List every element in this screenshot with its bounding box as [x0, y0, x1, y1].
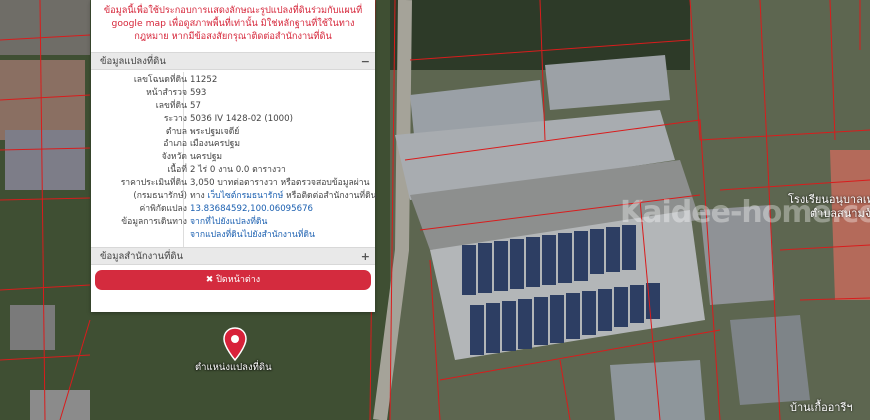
- place-label-bottom: บ้านเกื้ออารีฯ: [790, 401, 853, 414]
- map-pin-icon[interactable]: [223, 327, 247, 361]
- row-label: เลขที่ดิน: [155, 100, 187, 111]
- row-subdistrict: ตำบล พระปฐมเจดีย์: [91, 126, 375, 139]
- coordinates-link[interactable]: 13.83684592,100.06095676: [190, 203, 313, 216]
- close-button-label: ปิดหน้าต่าง: [216, 275, 261, 285]
- row-value: เมืองนครปฐม: [190, 139, 241, 150]
- row-label: อำเภอ: [163, 139, 187, 150]
- row-label: หน้าสำรวจ: [146, 87, 187, 98]
- disclaimer-notice: ข้อมูลนี้เพื่อใช้ประกอบการแสดงลักษณะรูปแ…: [103, 5, 363, 42]
- section-office-header[interactable]: ข้อมูลสำนักงานที่ดิน +: [91, 247, 375, 265]
- row-value: นครปฐม: [190, 152, 223, 163]
- parcel-info-popup: ข้อมูลนี้เพื่อใช้ประกอบการแสดงลักษณะรูปแ…: [91, 0, 377, 312]
- row-sheet: ระวาง 5036 IV 1428-02 (1000): [91, 113, 375, 126]
- row-value: 57: [190, 100, 201, 111]
- row-label: จังหวัด: [161, 152, 187, 163]
- row-area: เนื้อที่ 2 ไร่ 0 งาน 0.0 ตารางวา: [91, 164, 375, 177]
- close-icon: ✖: [205, 275, 214, 285]
- row-label: ราคาประเมินที่ดิน: [120, 178, 187, 189]
- close-window-button[interactable]: ✖ ปิดหน้าต่าง: [95, 270, 371, 290]
- row-survey-page: หน้าสำรวจ 593: [91, 87, 375, 100]
- section-office-title: ข้อมูลสำนักงานที่ดิน: [100, 251, 184, 262]
- directions-to-office-link[interactable]: จากแปลงที่ดินไปยังสำนักงานที่ดิน: [190, 229, 315, 242]
- row-label: (กรมธนารักษ์): [133, 191, 187, 202]
- parcel-info-table: เลขโฉนดที่ดิน 11252 หน้าสำรวจ 593 เลขที่ดิ…: [91, 74, 377, 242]
- row-label: ระวาง: [163, 113, 187, 124]
- marker-label: ตำแหน่งแปลงที่ดิน: [195, 362, 272, 373]
- row-province: จังหวัด นครปฐม: [91, 151, 375, 164]
- row-value: ทาง เว็บไซต์กรมธนารักษ์ หรือติดต่อสำนักง…: [190, 190, 377, 203]
- watermark: Kaidee-home.com: [620, 195, 870, 230]
- directions-to-parcel-link[interactable]: จากที่ไปยังแปลงที่ดิน: [190, 216, 267, 229]
- row-coordinates: ค่าพิกัดแปลง 13.83684592,100.06095676: [91, 203, 375, 216]
- row-treasury: (กรมธนารักษ์) ทาง เว็บไซต์กรมธนารักษ์ หรื…: [91, 190, 377, 203]
- row-deed-number: เลขโฉนดที่ดิน 11252: [91, 74, 375, 87]
- expand-icon[interactable]: +: [361, 248, 370, 266]
- row-label: ข้อมูลการเดินทาง: [121, 216, 187, 227]
- treasury-website-link[interactable]: เว็บไซต์กรมธนารักษ์: [207, 191, 283, 201]
- row-value: 593: [190, 87, 207, 98]
- row-value: 3,050 บาทต่อตารางวา หรือตรวจสอบข้อมูลผ่า…: [190, 178, 370, 189]
- row-label: ค่าพิกัดแปลง: [139, 203, 187, 214]
- section-parcel-header[interactable]: ข้อมูลแปลงที่ดิน −: [91, 52, 375, 70]
- section-parcel-title: ข้อมูลแปลงที่ดิน: [100, 56, 166, 67]
- row-label: เลขโฉนดที่ดิน: [133, 75, 187, 85]
- row-value: พระปฐมเจดีย์: [190, 126, 240, 137]
- row-label: ตำบล: [165, 126, 187, 137]
- row-directions: ข้อมูลการเดินทาง จากที่ไปยังแปลงที่ดิน: [91, 216, 375, 229]
- row-appraised-price: ราคาประเมินที่ดิน 3,050 บาทต่อตารางวา หรื…: [91, 177, 375, 190]
- row-value-prefix: ทาง: [190, 191, 205, 202]
- row-land-number: เลขที่ดิน 57: [91, 100, 375, 113]
- row-district: อำเภอ เมืองนครปฐม: [91, 138, 375, 151]
- row-value: 5036 IV 1428-02 (1000): [190, 113, 293, 124]
- row-value: 11252: [190, 75, 218, 85]
- row-value-suffix: หรือติดต่อสำนักงานที่ดิน: [286, 191, 377, 202]
- row-label: เนื้อที่: [167, 165, 187, 176]
- row-value: 2 ไร่ 0 งาน 0.0 ตารางวา: [190, 165, 286, 176]
- collapse-icon[interactable]: −: [361, 53, 370, 71]
- row-directions-office: จากแปลงที่ดินไปยังสำนักงานที่ดิน: [91, 229, 375, 242]
